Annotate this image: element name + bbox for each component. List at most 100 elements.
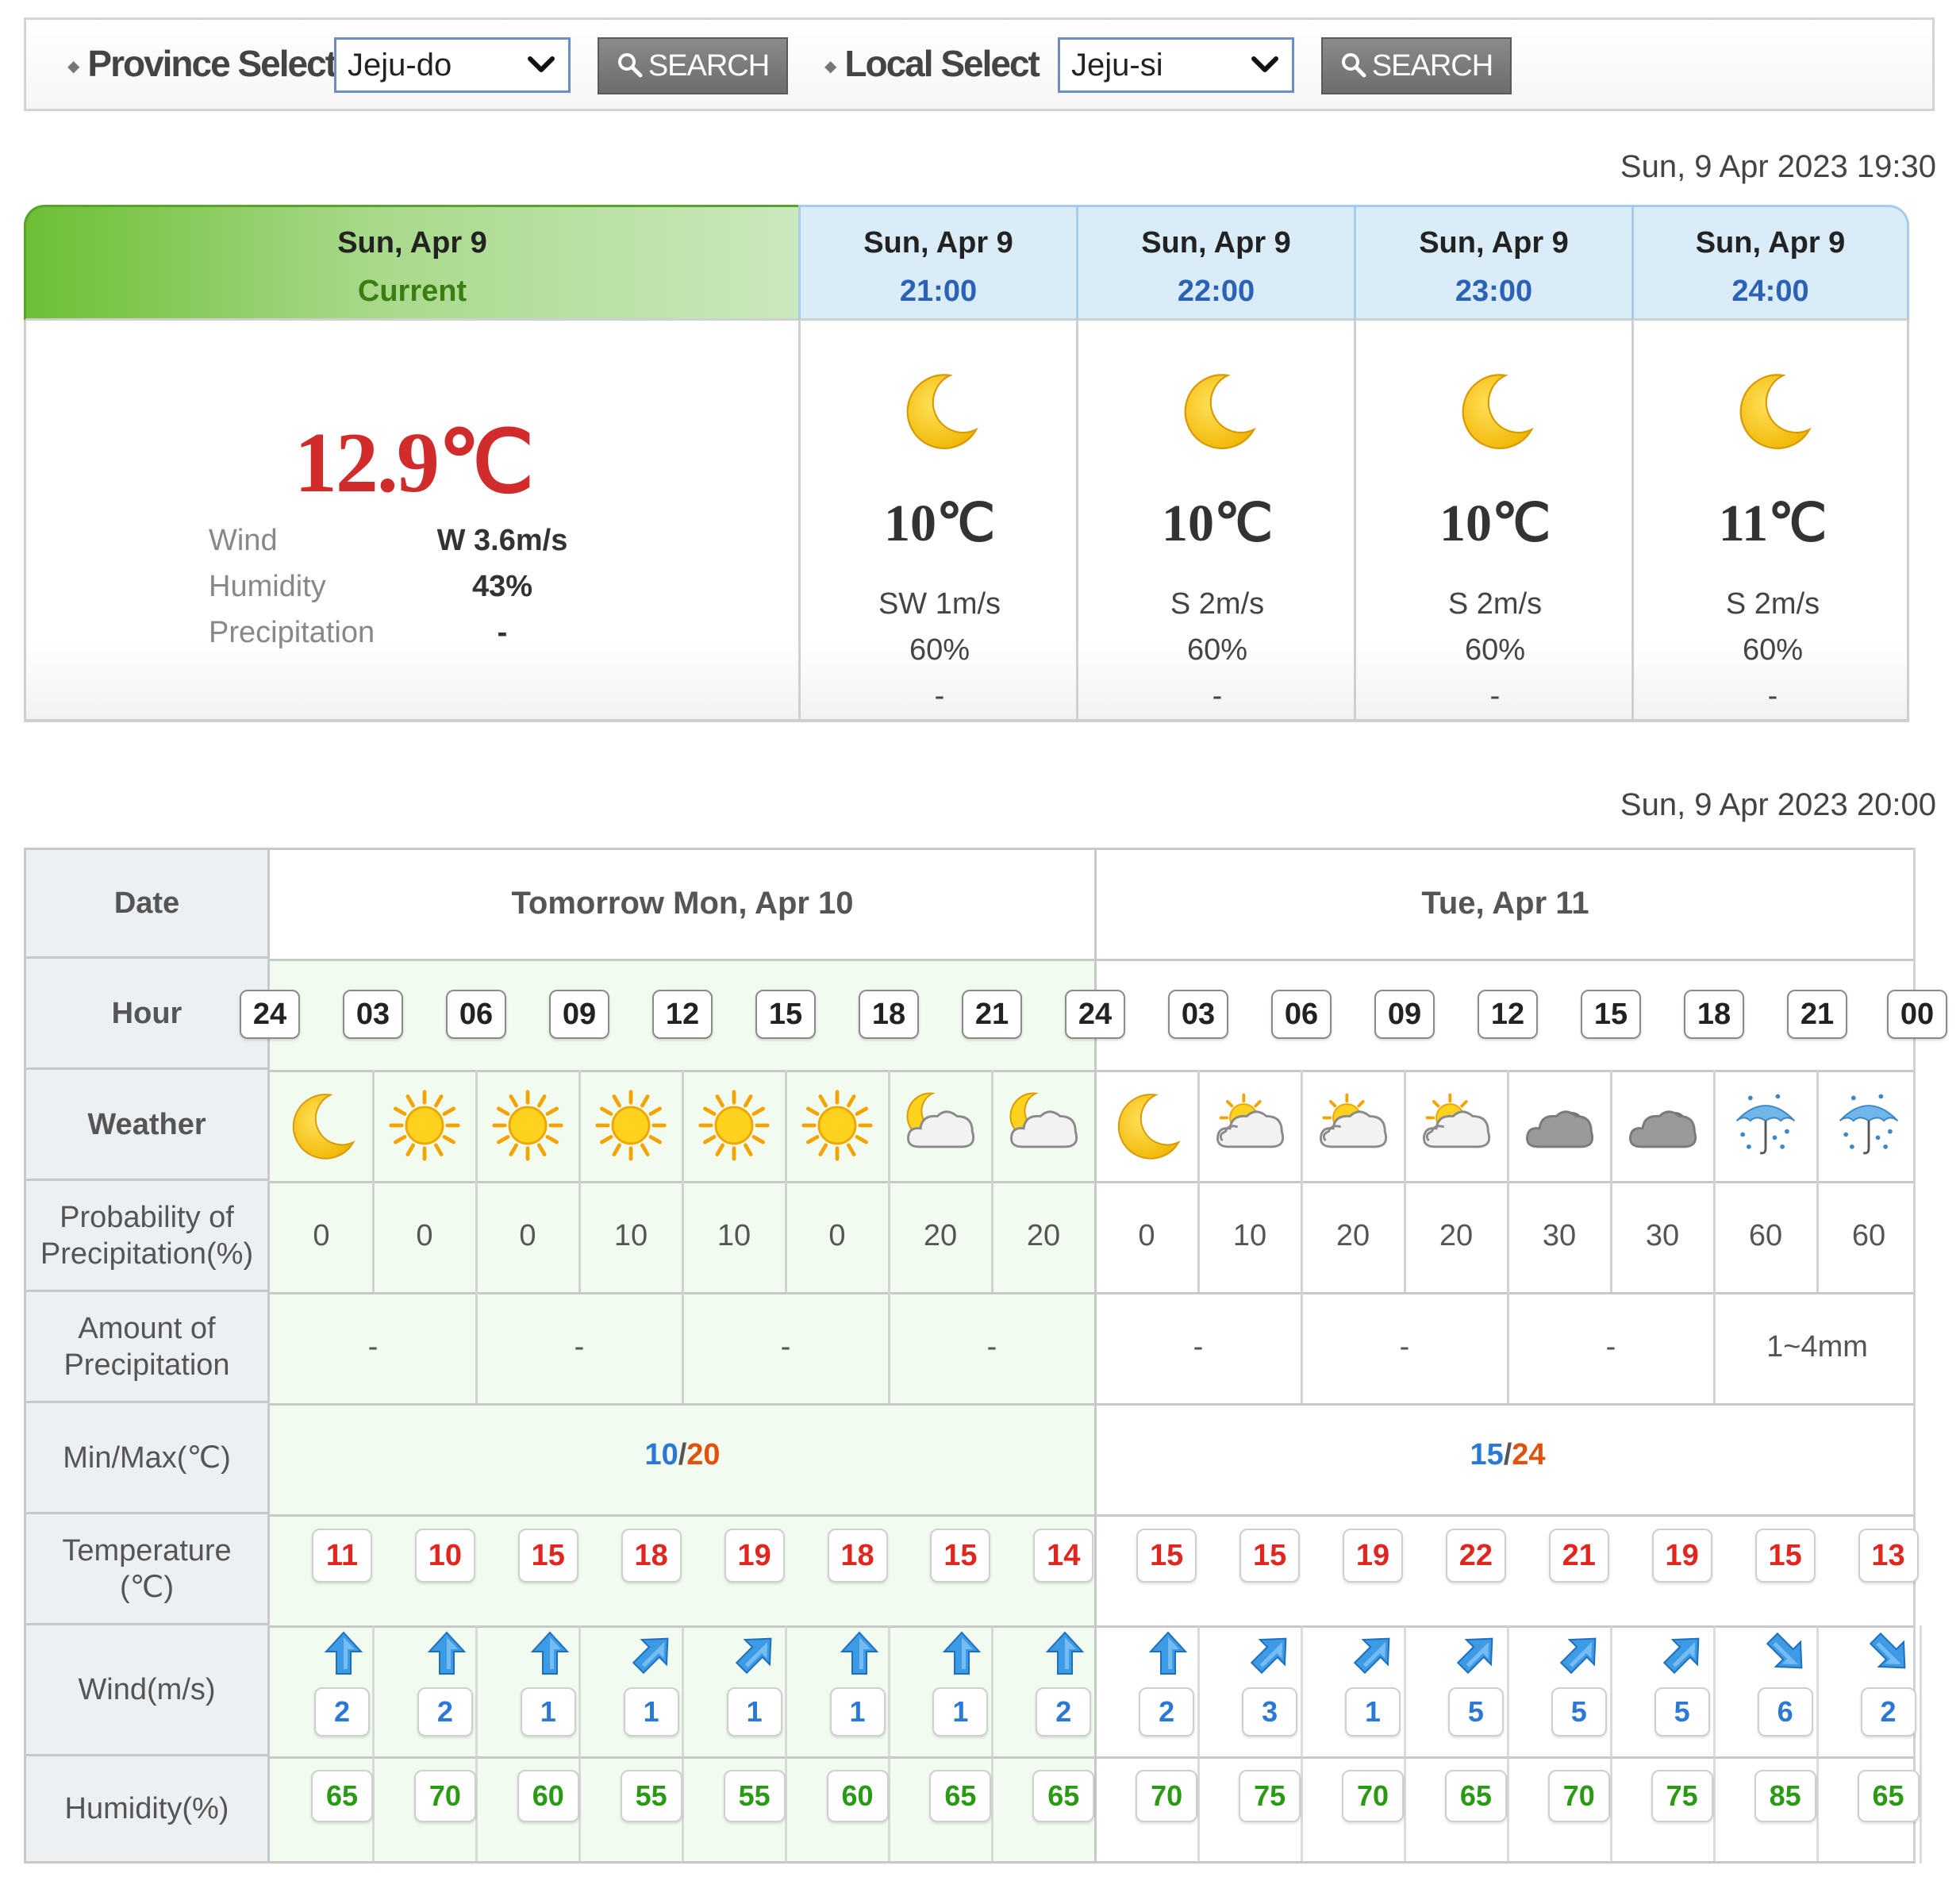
province-select-label: ◆ Province Select — [67, 44, 337, 87]
max-temp: 24 — [1512, 1438, 1546, 1471]
cloud-moon-icon — [889, 1087, 992, 1167]
moon-icon — [1095, 1087, 1198, 1167]
precip-amount: - — [1193, 1330, 1204, 1364]
forecast-body: 10℃ S 2m/s 60% - — [1354, 321, 1631, 722]
forecast-wind: S 2m/s — [1447, 587, 1543, 621]
hour-label: 21 — [962, 990, 1022, 1039]
humidity-value: 65 — [1032, 1770, 1095, 1822]
cloudy-icon — [1611, 1087, 1714, 1167]
forecast-precipitation: - — [934, 679, 945, 713]
tick-line — [475, 1625, 478, 1864]
precip-amount: - — [367, 1330, 379, 1364]
moon-icon — [1634, 367, 1912, 458]
pop-value: 10 — [717, 1219, 751, 1252]
sun-icon — [373, 1087, 476, 1167]
hour-label: 18 — [859, 990, 919, 1039]
wind-speed-value: 5 — [1551, 1687, 1607, 1737]
wind-arrow-icon — [1557, 1629, 1605, 1677]
forecast-time: 21:00 — [899, 275, 978, 308]
tick-line — [1920, 1625, 1922, 1864]
search-icon — [617, 52, 643, 78]
forecast-wind: S 2m/s — [1725, 587, 1820, 621]
search-bar: ◆ Province Select Jeju-do SEARCH ◆ Local S… — [24, 17, 1935, 111]
forecast-precipitation: - — [1767, 679, 1778, 713]
temperature-value: 10 — [414, 1529, 475, 1583]
province-search-button[interactable]: SEARCH — [598, 37, 788, 94]
pop-value: 30 — [1542, 1219, 1577, 1252]
temperature-value: 19 — [1651, 1529, 1712, 1583]
wind-arrow-icon — [836, 1629, 883, 1677]
forecast-humidity: 60% — [1186, 633, 1248, 667]
forecast-time: 22:00 — [1177, 275, 1255, 308]
forecast-body: 10℃ SW 1m/s 60% - — [798, 321, 1076, 722]
day-header-day-after: Tue, Apr 11 — [1421, 885, 1589, 921]
temperature-value: 19 — [724, 1529, 785, 1583]
chevron-down-icon — [1251, 56, 1278, 72]
pop-value: 0 — [313, 1219, 330, 1252]
temperature-value: 21 — [1548, 1529, 1609, 1583]
current-humidity-row: Humidity 43% — [209, 570, 605, 616]
precip-amount: - — [986, 1330, 997, 1364]
tick-line — [682, 1625, 684, 1864]
local-search-button[interactable]: SEARCH — [1321, 37, 1512, 94]
forecast-humidity: 60% — [909, 633, 970, 667]
wind-speed-value: 1 — [726, 1687, 782, 1737]
humidity-value: 70 — [1547, 1770, 1610, 1822]
province-select-value: Jeju-do — [348, 48, 452, 83]
local-select-label: ◆ Local Select — [824, 44, 1040, 87]
forecast-date: Sun, Apr 9 — [1419, 226, 1569, 260]
tick-line — [888, 1625, 890, 1864]
hour-label: 06 — [1271, 990, 1332, 1039]
min-max: 10/20 — [270, 1438, 1095, 1472]
forecast-temperature: 10℃ — [1161, 494, 1274, 552]
tick-line — [785, 1625, 787, 1864]
wind-arrow-icon — [1144, 1629, 1192, 1677]
hour-label: 12 — [652, 990, 713, 1039]
hour-label: 03 — [1168, 990, 1228, 1039]
current-wind-row: Wind W 3.6m/s — [209, 524, 605, 570]
hour-label: 24 — [240, 990, 300, 1039]
wind-arrow-icon — [938, 1629, 986, 1677]
wind-speed-value: 1 — [829, 1687, 886, 1737]
forecast-date: Sun, Apr 9 — [863, 226, 1013, 260]
moon-icon — [801, 367, 1078, 458]
pop-value: 0 — [1138, 1219, 1155, 1252]
forecast-humidity: 60% — [1464, 633, 1526, 667]
moon-icon — [270, 1087, 373, 1167]
precipitation-value: - — [497, 616, 508, 649]
row-header-pop: Probability of Precipitation(%) — [24, 1181, 270, 1292]
hour-label: 15 — [1581, 990, 1641, 1039]
forecast-wind: SW 1m/s — [878, 587, 1001, 621]
pop-value: 20 — [1439, 1219, 1474, 1252]
precip-amount: - — [780, 1330, 791, 1364]
row-header-temperature: Temperature (℃) — [24, 1514, 270, 1625]
humidity-value: 70 — [413, 1770, 476, 1822]
row-header-wind: Wind(m/s) — [24, 1625, 270, 1756]
wind-speed-value: 1 — [623, 1687, 679, 1737]
wind-label: Wind — [209, 524, 278, 557]
row-header-amount: Amount of Precipitation — [24, 1292, 270, 1403]
wind-arrow-icon — [1041, 1629, 1089, 1677]
local-select[interactable]: Jeju-si — [1058, 37, 1294, 93]
wind-speed-value: 1 — [520, 1687, 576, 1737]
forecast-grid: Date Hour Weather Probability of Precipi… — [24, 848, 1947, 1864]
temperature-value: 13 — [1858, 1529, 1919, 1583]
row-header-humidity: Humidity(%) — [24, 1756, 270, 1864]
tick-line — [1197, 1625, 1200, 1864]
temperature-value: 18 — [827, 1529, 888, 1583]
forecast-body: 11℃ S 2m/s 60% - — [1631, 321, 1909, 722]
row-divider — [270, 1181, 1916, 1183]
province-select[interactable]: Jeju-do — [334, 37, 571, 93]
forecast-header: Sun, Apr 9 21:00 — [798, 205, 1076, 321]
forecast-temperature: 11℃ — [1718, 494, 1827, 552]
row-header-minmax: Min/Max(℃) — [24, 1403, 270, 1514]
partly-cloudy-icon — [1405, 1087, 1508, 1167]
tick-line — [1713, 1625, 1716, 1864]
current-weather-panel: Sun, Apr 9 Current 12.9℃ Wind W 3.6m/s H… — [24, 205, 1909, 722]
current-timestamp: Sun, 9 Apr 2023 19:30 — [1620, 149, 1936, 184]
chevron-down-icon — [528, 56, 555, 72]
tick-line — [1816, 1625, 1819, 1864]
forecast-humidity: 60% — [1742, 633, 1804, 667]
humidity-value: 65 — [1857, 1770, 1920, 1822]
forecast-time: 23:00 — [1455, 275, 1533, 308]
